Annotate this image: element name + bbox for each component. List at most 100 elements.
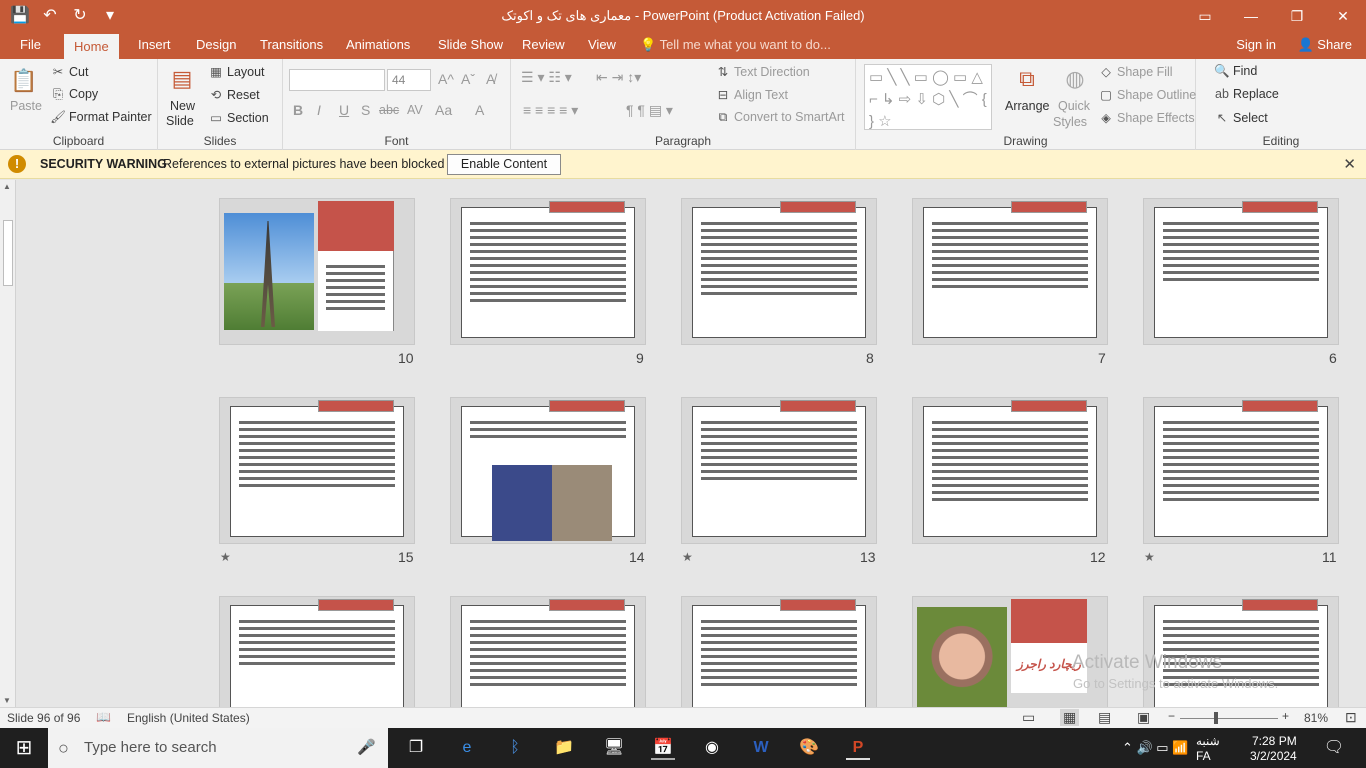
scroll-down-icon[interactable]: ▼ xyxy=(3,696,11,705)
zoom-slider[interactable] xyxy=(1180,718,1278,719)
paste-button[interactable]: Paste xyxy=(10,99,42,113)
chrome-icon[interactable]: ◉ xyxy=(700,736,724,760)
zoom-in-icon[interactable]: + xyxy=(1282,709,1289,723)
text-direction-button[interactable]: ⇅ Text Direction xyxy=(715,64,810,79)
slide-thumbnail[interactable] xyxy=(912,198,1108,345)
sign-in-link[interactable]: Sign in xyxy=(1236,32,1276,58)
shrink-font-icon[interactable]: Aˇ xyxy=(461,71,475,87)
enable-content-button[interactable]: Enable Content xyxy=(447,154,561,175)
bluetooth-icon[interactable]: ᛒ xyxy=(503,736,527,760)
zoom-slider-thumb[interactable] xyxy=(1214,712,1218,724)
slide-thumbnail[interactable] xyxy=(1143,198,1339,345)
scroll-up-icon[interactable]: ▲ xyxy=(3,182,11,191)
minimize-button[interactable]: — xyxy=(1228,0,1274,32)
underline-button[interactable]: U xyxy=(339,102,349,118)
fit-to-window-icon[interactable]: ⊡ xyxy=(1345,709,1357,726)
align-text-button[interactable]: ⊟ Align Text xyxy=(715,87,788,102)
scroll-thumb[interactable] xyxy=(3,220,13,286)
spellcheck-icon[interactable]: 📖 xyxy=(96,710,111,724)
tab-insert[interactable]: Insert xyxy=(128,32,181,59)
bold-button[interactable]: B xyxy=(293,102,303,118)
strikethrough-button[interactable]: abc xyxy=(379,103,399,117)
tab-review[interactable]: Review xyxy=(512,32,575,59)
slide-thumbnail[interactable] xyxy=(1143,397,1339,544)
slide-thumbnail[interactable] xyxy=(219,397,415,544)
word-icon[interactable]: W xyxy=(749,736,773,760)
close-icon[interactable]: ✕ xyxy=(1343,155,1356,173)
clock-time[interactable]: 7:28 PM xyxy=(1252,734,1297,748)
shadow-button[interactable]: S xyxy=(361,102,370,118)
section-button[interactable]: ▭ Section xyxy=(208,110,269,125)
new-slide-button[interactable]: New xyxy=(170,99,195,113)
tab-file[interactable]: File xyxy=(10,32,51,59)
zoom-level[interactable]: 81% xyxy=(1304,711,1328,725)
powerpoint-icon[interactable]: P xyxy=(846,736,870,760)
tell-me-search[interactable]: 💡 Tell me what you want to do... xyxy=(640,32,831,59)
keyboard-language[interactable]: FA xyxy=(1196,749,1211,763)
close-button[interactable]: ✕ xyxy=(1320,0,1366,32)
smartart-button[interactable]: ⧉ Convert to SmartArt xyxy=(715,110,845,125)
task-view-icon[interactable]: ❐ xyxy=(404,736,428,760)
bullets-icon[interactable]: ☰ ▾ ☷ ▾ xyxy=(521,69,572,86)
copy-button[interactable]: ⎘ Copy xyxy=(50,87,98,102)
slide-thumbnail[interactable] xyxy=(450,198,646,345)
normal-view-icon[interactable]: ▭ xyxy=(1022,709,1035,726)
slide-thumbnail[interactable] xyxy=(681,596,877,707)
tab-animations[interactable]: Animations xyxy=(336,32,420,59)
edge-icon[interactable]: e xyxy=(455,736,479,760)
tab-design[interactable]: Design xyxy=(186,32,246,59)
rtl-icon[interactable]: ¶ ¶ ▤ ▾ xyxy=(626,102,673,119)
char-spacing-button[interactable]: AV xyxy=(407,103,423,117)
clock-date[interactable]: 3/2/2024 xyxy=(1250,749,1297,763)
tray-icons[interactable]: ⌃ 🔊 ▭ 📶 xyxy=(1122,740,1188,756)
shape-outline-button[interactable]: ▢ Shape Outline xyxy=(1098,87,1196,102)
language-indicator[interactable]: English (United States) xyxy=(127,711,250,725)
layout-button[interactable]: ▦ Layout xyxy=(208,64,264,79)
calendar-app-icon[interactable]: 📅 xyxy=(651,736,675,760)
slide-thumbnail[interactable] xyxy=(450,397,646,544)
arrange-button[interactable]: Arrange xyxy=(1005,99,1049,113)
remote-desktop-icon[interactable]: 🖥 xyxy=(602,736,626,760)
slide-thumbnail[interactable] xyxy=(219,596,415,707)
slideshow-view-icon[interactable]: ▣ xyxy=(1137,709,1150,726)
font-size-combo[interactable]: 44 xyxy=(387,69,431,91)
replace-button[interactable]: ab Replace xyxy=(1214,87,1279,101)
slide-thumbnail[interactable] xyxy=(681,198,877,345)
clear-format-icon[interactable]: A̸ xyxy=(486,71,495,87)
ribbon-display-options-button[interactable]: ▭ xyxy=(1182,0,1228,32)
grow-font-icon[interactable]: A^ xyxy=(438,71,454,87)
tab-view[interactable]: View xyxy=(578,32,626,59)
file-explorer-icon[interactable]: 📁 xyxy=(552,736,576,760)
zoom-out-icon[interactable]: − xyxy=(1168,709,1175,723)
format-painter-button[interactable]: 🖌 Format Painter xyxy=(50,110,152,125)
change-case-button[interactable]: Aa xyxy=(435,102,452,118)
cut-button[interactable]: ✂ Cut xyxy=(50,64,89,79)
notification-icon[interactable]: 🗨 xyxy=(1322,736,1346,760)
slide-thumbnail[interactable] xyxy=(219,198,415,345)
slide-sorter-view-icon[interactable]: ▦ xyxy=(1060,709,1080,726)
tab-transitions[interactable]: Transitions xyxy=(250,32,333,59)
font-color-button[interactable]: A xyxy=(475,102,484,118)
tab-slideshow[interactable]: Slide Show xyxy=(428,32,513,59)
select-button[interactable]: ↖ Select xyxy=(1214,110,1268,125)
maximize-button[interactable]: ❐ xyxy=(1274,0,1320,32)
share-button[interactable]: 👤 Share xyxy=(1297,32,1352,58)
taskbar-search[interactable]: ○ Type here to search 🎤 xyxy=(48,728,388,768)
microphone-icon[interactable]: 🎤 xyxy=(357,728,376,768)
quick-styles-button[interactable]: Quick xyxy=(1058,99,1090,113)
italic-button[interactable]: I xyxy=(317,102,321,118)
shape-fill-button[interactable]: ◇ Shape Fill xyxy=(1098,64,1172,79)
windows-start-icon[interactable]: ⊞ xyxy=(12,736,36,760)
slide-thumbnail[interactable] xyxy=(450,596,646,707)
reading-view-icon[interactable]: ▤ xyxy=(1098,709,1111,726)
vertical-scrollbar[interactable]: ▲ ▼ xyxy=(0,180,16,707)
reset-button[interactable]: ⟲ Reset xyxy=(208,87,260,102)
align-icon[interactable]: ≡ ≡ ≡ ≡ ▾ xyxy=(523,102,578,119)
paint-icon[interactable]: 🎨 xyxy=(797,736,821,760)
indent-icon[interactable]: ⇤ ⇥ ↕▾ xyxy=(596,69,641,86)
tab-home[interactable]: Home xyxy=(64,34,119,59)
font-name-combo[interactable] xyxy=(289,69,385,91)
find-button[interactable]: 🔍 Find xyxy=(1214,64,1257,79)
shapes-gallery[interactable]: ▭ ╲ ╲ ▭ ◯ ▭ △ ⌐ ↳ ⇨ ⇩ ⬡ ╲ ⌒ { } ☆ xyxy=(864,64,992,130)
slide-thumbnail[interactable] xyxy=(681,397,877,544)
